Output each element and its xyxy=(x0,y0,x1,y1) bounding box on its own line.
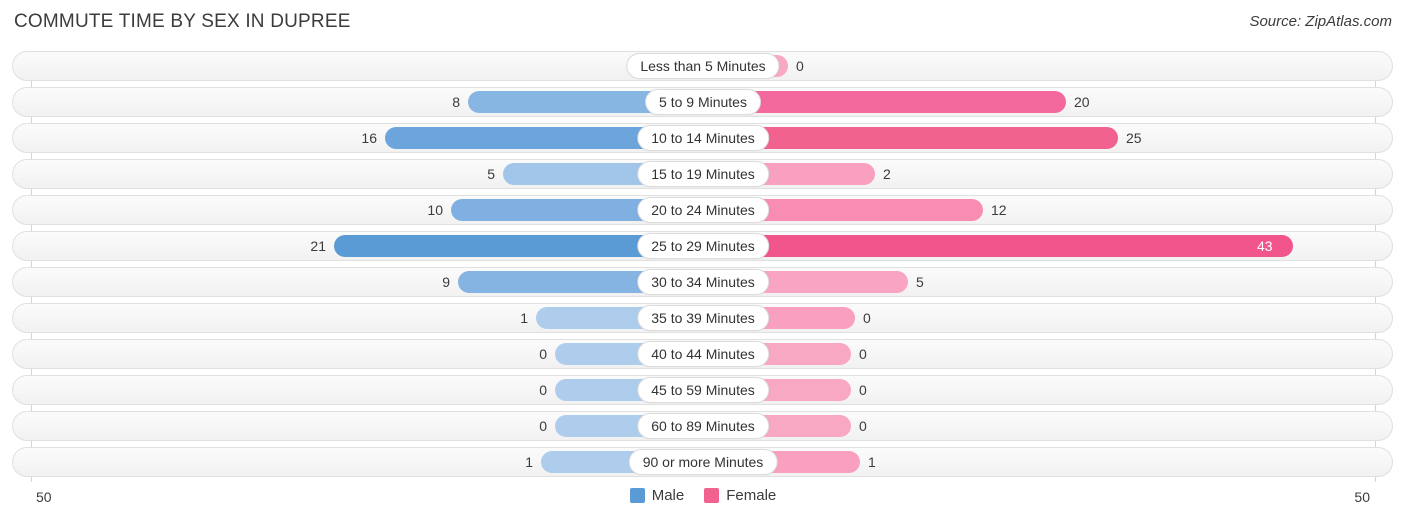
chart-legend: Male Female xyxy=(0,487,1406,504)
value-label-male: 21 xyxy=(310,238,326,254)
chart-row: 1 0 35 to 39 Minutes xyxy=(12,303,1393,333)
category-label-pill[interactable]: 35 to 39 Minutes xyxy=(637,305,769,331)
value-label-male: 1 xyxy=(525,454,533,470)
chart-row: 10 12 20 to 24 Minutes xyxy=(12,195,1393,225)
category-label-pill[interactable]: 40 to 44 Minutes xyxy=(637,341,769,367)
value-label-male: 1 xyxy=(520,310,528,326)
value-label-male: 5 xyxy=(487,166,495,182)
chart-row: 0 0 45 to 59 Minutes xyxy=(12,375,1393,405)
chart-row: 0 0 60 to 89 Minutes xyxy=(12,411,1393,441)
value-label-male: 0 xyxy=(539,382,547,398)
chart-row: 5 2 15 to 19 Minutes xyxy=(12,159,1393,189)
category-label-pill[interactable]: 60 to 89 Minutes xyxy=(637,413,769,439)
category-label-pill[interactable]: 15 to 19 Minutes xyxy=(637,161,769,187)
value-label-female: 5 xyxy=(916,274,924,290)
value-label-male: 9 xyxy=(442,274,450,290)
category-label-pill[interactable]: 25 to 29 Minutes xyxy=(637,233,769,259)
value-label-female: 0 xyxy=(859,418,867,434)
category-label-pill[interactable]: 90 or more Minutes xyxy=(628,449,778,475)
category-label-pill[interactable]: 45 to 59 Minutes xyxy=(637,377,769,403)
bar-female[interactable] xyxy=(703,235,1293,257)
value-label-male: 0 xyxy=(539,346,547,362)
legend-item-male[interactable]: Male xyxy=(629,487,685,504)
value-label-female: 43 xyxy=(1257,238,1273,254)
value-label-female: 20 xyxy=(1074,94,1090,110)
category-label-pill[interactable]: 30 to 34 Minutes xyxy=(637,269,769,295)
category-label-pill[interactable]: 5 to 9 Minutes xyxy=(645,89,761,115)
value-label-female: 0 xyxy=(859,382,867,398)
chart-row: 8 20 5 to 9 Minutes xyxy=(12,87,1393,117)
value-label-female: 25 xyxy=(1126,130,1142,146)
value-label-female: 0 xyxy=(859,346,867,362)
page-title: COMMUTE TIME BY SEX IN DUPREE xyxy=(14,11,351,32)
chart-row: 9 5 30 to 34 Minutes xyxy=(12,267,1393,297)
chart-plot-area: 00Less than 5 Minutes8205 to 9 Minutes16… xyxy=(0,51,1406,482)
category-label-pill[interactable]: 20 to 24 Minutes xyxy=(637,197,769,223)
value-label-female: 12 xyxy=(991,202,1007,218)
legend-item-female[interactable]: Female xyxy=(704,487,776,504)
legend-label: Female xyxy=(726,487,777,504)
category-label-pill[interactable]: Less than 5 Minutes xyxy=(626,53,780,79)
value-label-female: 2 xyxy=(883,166,891,182)
value-label-male: 0 xyxy=(539,418,547,434)
legend-label: Male xyxy=(651,487,685,504)
legend-swatch-icon xyxy=(629,488,645,503)
value-label-female: 0 xyxy=(796,58,804,74)
value-label-female: 0 xyxy=(863,310,871,326)
legend-swatch-icon xyxy=(704,488,720,503)
value-label-female: 1 xyxy=(868,454,876,470)
value-label-male: 10 xyxy=(427,202,443,218)
chart-page: COMMUTE TIME BY SEX IN DUPREE Source: Zi… xyxy=(0,0,1406,523)
source-attribution: Source: ZipAtlas.com xyxy=(1249,13,1392,30)
chart-row: 1 1 90 or more Minutes xyxy=(12,447,1393,477)
chart-row: 0 0 40 to 44 Minutes xyxy=(12,339,1393,369)
chart-row: 21 43 25 to 29 Minutes xyxy=(12,231,1393,261)
category-label-pill[interactable]: 10 to 14 Minutes xyxy=(637,125,769,151)
chart-row: 16 25 10 to 14 Minutes xyxy=(12,123,1393,153)
value-label-male: 16 xyxy=(361,130,377,146)
chart-row: 00Less than 5 Minutes xyxy=(12,51,1393,81)
value-label-male: 8 xyxy=(452,94,460,110)
